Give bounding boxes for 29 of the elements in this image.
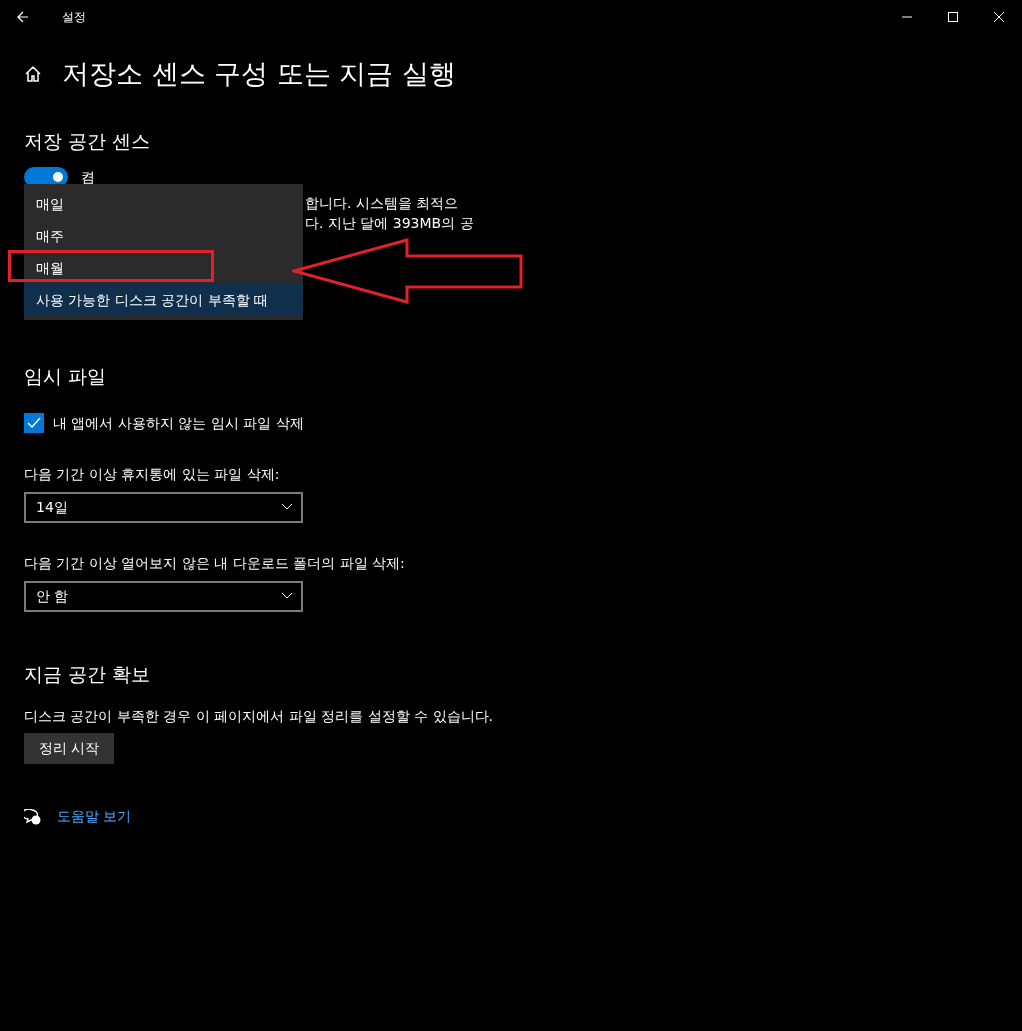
checkbox[interactable] <box>24 413 44 433</box>
description-text: 다. 지난 달에 393MB의 공 <box>305 214 475 233</box>
field-label: 다음 기간 이상 열어보지 않은 내 다운로드 폴더의 파일 삭제: <box>24 553 406 573</box>
menu-item[interactable]: 매일 <box>24 188 303 220</box>
section-heading: 저장 공간 센스 <box>24 128 152 154</box>
home-icon[interactable] <box>24 65 42 84</box>
field-label: 다음 기간 이상 휴지통에 있는 파일 삭제: <box>24 464 281 484</box>
description-text: 합니다. 시스템을 최적으 <box>305 194 460 213</box>
menu-item[interactable]: 매월 <box>24 252 303 284</box>
description-text: 디스크 공간이 부족한 경우 이 페이지에서 파일 정리를 설정할 수 있습니다. <box>24 707 494 726</box>
dropdown-select[interactable]: 안 함 <box>24 580 303 612</box>
toggle-label: 켬 <box>81 170 95 184</box>
chevron-icon <box>281 503 293 511</box>
toggle-switch[interactable] <box>24 167 68 187</box>
help-icon <box>24 808 41 825</box>
maximize-icon[interactable] <box>946 10 960 24</box>
back-icon[interactable] <box>17 11 29 23</box>
dropdown-select[interactable]: 14일 <box>24 491 303 523</box>
checkbox-label: 내 앱에서 사용하지 않는 임시 파일 삭제 <box>53 413 304 433</box>
section-heading: 지금 공간 확보 <box>24 661 152 687</box>
close-icon[interactable] <box>992 10 1006 24</box>
help-link[interactable]: 도움말 보기 <box>57 806 132 827</box>
menu-item[interactable]: 사용 가능한 디스크 공간이 부족할 때 <box>24 284 303 316</box>
window-title: 설정 <box>62 9 86 26</box>
chevron-icon <box>281 592 293 600</box>
cleanup-button[interactable]: 정리 시작 <box>24 733 114 764</box>
section-heading: 임시 파일 <box>24 364 108 389</box>
page-title: 저장소 센스 구성 또는 지금 실행 <box>62 57 456 91</box>
menu-item[interactable]: 매주 <box>24 220 303 252</box>
